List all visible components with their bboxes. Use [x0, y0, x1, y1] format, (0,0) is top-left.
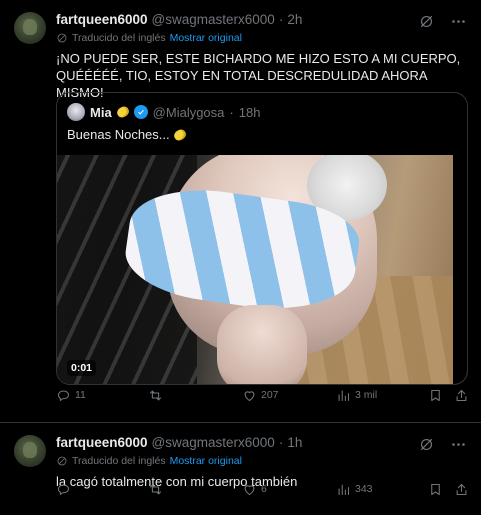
views-count: 343 — [355, 483, 373, 495]
quote-timestamp[interactable]: 18h — [239, 105, 261, 120]
quote-author-handle[interactable]: @Mialygosa — [153, 105, 225, 120]
show-original-link[interactable]: Mostrar original — [170, 455, 242, 467]
show-original-link[interactable]: Mostrar original — [170, 32, 242, 44]
translated-label: Traducido del inglés — [72, 32, 166, 44]
quote-text: Buenas Noches... — [67, 127, 170, 142]
translate-icon — [57, 456, 67, 466]
tweet[interactable]: fartqueen6000 @swagmasterx6000 · 1h Trad… — [0, 423, 481, 515]
avatar[interactable] — [14, 12, 46, 44]
separator-dot: · — [229, 104, 234, 120]
timestamp[interactable]: 2h — [287, 12, 302, 27]
share-icon — [456, 389, 467, 401]
translated-label: Traducido del inglés — [72, 455, 166, 467]
translation-notice: Traducido del inglés Mostrar original — [56, 32, 242, 44]
share-button[interactable] — [454, 388, 469, 403]
views-icon — [338, 390, 350, 401]
quote-avatar[interactable] — [67, 103, 85, 121]
author-name[interactable]: fartqueen6000 — [56, 12, 148, 27]
retweet-button[interactable] — [148, 482, 167, 497]
share-icon — [456, 483, 467, 495]
like-icon — [244, 390, 255, 401]
like-button[interactable]: 207 — [242, 388, 279, 403]
video-duration: 0:01 — [67, 360, 97, 376]
author-handle[interactable]: @swagmasterx6000 — [152, 435, 275, 450]
more-icon[interactable] — [449, 12, 467, 30]
separator-dot: · — [278, 435, 284, 450]
retweet-button[interactable] — [148, 388, 167, 403]
reply-icon — [57, 484, 70, 495]
quote-text-row: Buenas Noches... — [67, 127, 188, 142]
bookmark-icon — [431, 483, 440, 495]
views-button[interactable]: 343 — [336, 482, 373, 497]
grok-icon[interactable] — [417, 12, 435, 30]
like-button[interactable]: 6 — [242, 482, 267, 497]
tweet-header: fartqueen6000 @swagmasterx6000 · 2h — [56, 12, 302, 27]
author-name[interactable]: fartqueen6000 — [56, 435, 148, 450]
tweet[interactable]: fartqueen6000 @swagmasterx6000 · 2h Trad… — [0, 0, 481, 423]
video-player[interactable]: 0:01 — [57, 155, 467, 384]
retweet-icon — [149, 484, 162, 494]
reply-count: 11 — [75, 389, 86, 401]
verified-icon — [133, 105, 148, 119]
translation-notice: Traducido del inglés Mostrar original — [56, 455, 242, 467]
reply-icon — [57, 390, 70, 401]
quote-author-name[interactable]: Mia — [90, 105, 112, 120]
bookmark-icon — [431, 389, 440, 401]
views-button[interactable]: 3 mil — [336, 388, 377, 403]
like-count: 207 — [261, 389, 279, 401]
views-icon — [338, 484, 350, 495]
reply-button[interactable] — [56, 482, 75, 497]
like-count: 6 — [261, 483, 267, 495]
like-icon — [244, 484, 255, 495]
avatar[interactable] — [14, 435, 46, 467]
tweet-header: fartqueen6000 @swagmasterx6000 · 1h — [56, 435, 302, 450]
timestamp[interactable]: 1h — [287, 435, 302, 450]
translate-icon — [57, 33, 67, 43]
reply-button[interactable]: 11 — [56, 388, 86, 403]
views-count: 3 mil — [355, 389, 378, 401]
grok-icon[interactable] — [417, 435, 435, 453]
bookmark-button[interactable] — [428, 482, 443, 497]
author-handle[interactable]: @swagmasterx6000 — [152, 12, 275, 27]
retweet-icon — [149, 390, 162, 400]
quoted-tweet[interactable]: Mia @Mialygosa · 18h Buenas Noches... 0:… — [56, 92, 468, 385]
video-frame[interactable] — [57, 155, 467, 384]
separator-dot: · — [278, 12, 284, 27]
lemon-emoji-icon — [115, 104, 131, 120]
lemon-emoji-icon — [172, 127, 188, 142]
quote-header: Mia @Mialygosa · 18h — [67, 103, 260, 121]
bookmark-button[interactable] — [428, 388, 443, 403]
more-icon[interactable] — [449, 435, 467, 453]
share-button[interactable] — [454, 482, 469, 497]
